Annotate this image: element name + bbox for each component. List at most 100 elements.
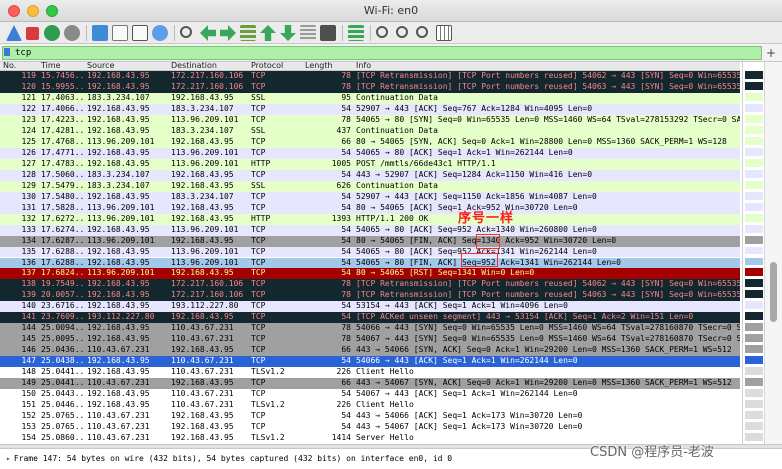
zoom-normal-icon[interactable] <box>416 26 428 38</box>
cell-no: 131 <box>21 202 36 212</box>
packet-row[interactable]: 122 17.4066...192.168.43.95 183.3.234.107 T… <box>0 103 740 115</box>
cell-destination: 192.168.43.95 <box>171 411 234 421</box>
frame-summary: Frame 147: 54 bytes on wire (432 bits), … <box>13 454 453 463</box>
find-packet-icon[interactable] <box>180 26 192 38</box>
packet-row[interactable]: 146 25.0436...110.43.67.231 192.168.43.95 T… <box>0 345 740 357</box>
cell-time: 19.7549... <box>41 279 84 289</box>
cell-protocol: TCP <box>251 71 266 80</box>
packet-row[interactable]: 134 17.6287...113.96.209.101 192.168.43.95… <box>0 235 740 247</box>
open-file-icon[interactable] <box>92 25 108 41</box>
cell-no: 139 <box>21 290 36 300</box>
cell-time: 17.5828... <box>41 202 84 212</box>
cell-protocol: TCP <box>251 268 266 278</box>
packet-row[interactable]: 147 25.0438...192.168.43.95 110.43.67.231 T… <box>0 356 740 368</box>
packet-list[interactable]: 11915.7456...192.168.43.95172.217.160.10… <box>0 71 740 444</box>
minimap-stripe <box>745 125 763 134</box>
expand-arrow-icon[interactable]: ▸ <box>6 454 11 463</box>
minimap-stripe <box>745 301 763 310</box>
annotation-label: 序号一样 <box>458 211 515 226</box>
column-header-protocol[interactable]: Protocol <box>251 61 283 71</box>
restart-capture-icon[interactable] <box>44 25 60 41</box>
packet-row[interactable]: 127 17.4783...192.168.43.95 113.96.209.101… <box>0 158 740 170</box>
packet-row[interactable]: 135 17.6288...192.168.43.95 113.96.209.101… <box>0 246 740 258</box>
packet-row[interactable]: 136 17.6288...192.168.43.95 113.96.209.101… <box>0 257 740 269</box>
packet-row[interactable]: 119 15.7456...192.168.43.95 172.217.160.10… <box>0 71 740 82</box>
display-filter-input[interactable]: tcp <box>2 46 762 60</box>
packet-row[interactable]: 129 17.5479...183.3.234.107 192.168.43.95 S… <box>0 180 740 192</box>
cell-destination: 192.168.43.95 <box>171 169 234 179</box>
auto-scroll-icon[interactable] <box>300 25 316 41</box>
first-packet-icon[interactable] <box>260 25 276 41</box>
bookmark-icon[interactable] <box>4 48 10 56</box>
packet-row[interactable]: 140 23.6716...192.168.43.95 193.112.227.80… <box>0 301 740 313</box>
cell-length: 54 <box>341 257 351 267</box>
cell-time: 17.4281... <box>41 125 84 135</box>
minimap-stripe <box>745 378 763 387</box>
save-file-icon[interactable] <box>112 25 128 41</box>
cell-no: 136 <box>21 257 36 267</box>
minimap-stripe <box>745 345 763 354</box>
packet-row[interactable]: 152 25.0765...110.43.67.231 192.168.43.95 T… <box>0 411 740 423</box>
cell-length: 78 <box>341 114 351 124</box>
close-file-icon[interactable] <box>132 25 148 41</box>
packet-row[interactable]: 132 17.6272...113.96.209.101 192.168.43.95… <box>0 213 740 225</box>
start-capture-icon[interactable] <box>6 25 22 41</box>
packet-row[interactable]: 137 17.6824...113.96.209.101 192.168.43.95… <box>0 268 740 280</box>
resize-columns-icon[interactable] <box>436 25 452 41</box>
packet-minimap[interactable] <box>742 62 764 444</box>
colorize-icon[interactable] <box>320 25 336 41</box>
column-header-source[interactable]: Source <box>87 61 114 71</box>
packet-row[interactable]: 149 25.0441...110.43.67.231 192.168.43.95 T… <box>0 378 740 390</box>
packet-row[interactable]: 145 25.0095...192.168.43.95 110.43.67.231 T… <box>0 334 740 346</box>
packet-row[interactable]: 153 25.0765...110.43.67.231 192.168.43.95 T… <box>0 422 740 434</box>
last-packet-icon[interactable] <box>280 25 296 41</box>
cell-source: 192.168.43.95 <box>87 81 150 91</box>
packet-row[interactable]: 141 23.7609...193.112.227.80 192.168.43.95… <box>0 312 740 324</box>
packet-row[interactable]: 133 17.6274...192.168.43.95 113.96.209.101… <box>0 224 740 236</box>
packet-row[interactable]: 138 19.7549...192.168.43.95 172.217.160.10… <box>0 279 740 291</box>
cell-destination: 192.168.43.95 <box>171 422 234 432</box>
column-header-length[interactable]: Length <box>305 61 333 71</box>
packet-row[interactable]: 128 17.5060...183.3.234.107 192.168.43.95 T… <box>0 169 740 181</box>
packet-row[interactable]: 131 17.5828...113.96.209.101 192.168.43.95… <box>0 202 740 214</box>
packet-row[interactable]: 139 20.0057...192.168.43.95 172.217.160.10… <box>0 290 740 302</box>
packet-row[interactable]: 123 17.4223...192.168.43.95 113.96.209.101… <box>0 114 740 126</box>
watermark: CSDN @程序员-老波 <box>590 445 714 460</box>
scrollbar-thumb[interactable] <box>770 262 777 322</box>
stop-capture-icon[interactable] <box>26 27 39 40</box>
coloring-rules-icon[interactable] <box>348 25 364 41</box>
reload-icon[interactable] <box>152 25 168 41</box>
packet-row[interactable]: 120 15.9955...192.168.43.95 172.217.160.10… <box>0 81 740 93</box>
add-filter-button[interactable]: + <box>766 45 776 61</box>
packet-row[interactable]: 124 17.4281...192.168.43.95 183.3.234.107 S… <box>0 125 740 137</box>
go-back-icon[interactable] <box>200 25 216 41</box>
go-to-packet-icon[interactable] <box>240 25 256 41</box>
cell-time: 25.0441... <box>41 378 84 388</box>
cell-no: 123 <box>21 114 36 124</box>
column-header-time[interactable]: Time <box>41 61 61 71</box>
column-header-no[interactable]: No. <box>3 61 16 71</box>
packet-row[interactable]: 148 25.0441...192.168.43.95 110.43.67.231 T… <box>0 367 740 379</box>
packet-row[interactable]: 144 25.0094...192.168.43.95 110.43.67.231 T… <box>0 323 740 335</box>
packet-list-header: No. Time Source Destination Protocol Len… <box>0 61 740 71</box>
packet-row[interactable]: 125 17.4768...113.96.209.101 192.168.43.95… <box>0 136 740 148</box>
cell-destination: 192.168.43.95 <box>171 92 234 102</box>
packet-row[interactable]: 121 17.4063...183.3.234.107 192.168.43.95 S… <box>0 92 740 104</box>
capture-options-icon[interactable] <box>64 25 80 41</box>
cell-protocol: TCP <box>251 378 266 388</box>
cell-destination: 192.168.43.95 <box>171 312 234 322</box>
packet-row[interactable]: 130 17.5480...192.168.43.95 183.3.234.107 T… <box>0 191 740 203</box>
column-header-info[interactable]: Info <box>356 61 371 71</box>
column-header-destination[interactable]: Destination <box>171 61 217 71</box>
go-forward-icon[interactable] <box>220 25 236 41</box>
zoom-out-icon[interactable] <box>396 26 408 38</box>
cell-source: 183.3.234.107 <box>87 180 150 190</box>
zoom-in-icon[interactable] <box>376 26 388 38</box>
packet-row[interactable]: 126 17.4771...192.168.43.95 113.96.209.101… <box>0 147 740 159</box>
packet-list-scrollbar[interactable] <box>764 62 782 444</box>
packet-row[interactable]: 150 25.0443...192.168.43.95 110.43.67.231 T… <box>0 389 740 401</box>
packet-row[interactable]: 151 25.0446...192.168.43.95 110.43.67.231 T… <box>0 400 740 412</box>
cell-no: 132 <box>21 213 36 223</box>
cell-no: 125 <box>21 136 36 146</box>
cell-source: 192.168.43.95 <box>87 158 150 168</box>
